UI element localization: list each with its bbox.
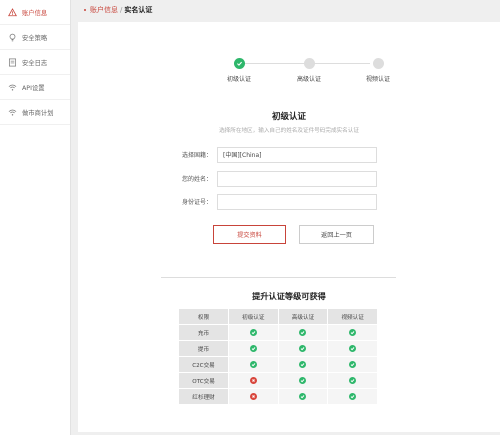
permissions-table: 权限 初级认证 高级认证 视频认证 充币 提币 C2C交易 OTC交易 红杉理财 (178, 308, 378, 405)
table-row: OTC交易 (179, 373, 377, 388)
column-header: 权限 (179, 309, 228, 324)
column-header: 视频认证 (328, 309, 377, 324)
document-icon (8, 58, 17, 67)
breadcrumb: 账户信息 / 实名认证 (78, 0, 500, 20)
id-number-label: 身份证号： (182, 199, 213, 206)
step-label: 视频认证 (365, 76, 390, 83)
sidebar-item-label: 安全策略 (22, 34, 48, 42)
check-icon (299, 393, 307, 400)
breadcrumb-parent[interactable]: 账户信息 (90, 5, 118, 15)
permission-cell (328, 325, 377, 340)
verification-steps: 初级认证 高级认证 视频认证 (214, 58, 454, 98)
step-label: 高级认证 (296, 76, 321, 83)
permission-cell (328, 341, 377, 356)
sidebar-item-label: 账户信息 (22, 9, 48, 17)
sidebar-item-account-info[interactable]: 账户信息 (0, 0, 70, 25)
step-label: 初级认证 (226, 76, 251, 83)
permission-cell (278, 357, 328, 372)
check-icon (299, 329, 307, 336)
check-icon (349, 361, 357, 368)
permission-cell (328, 373, 377, 388)
check-icon (249, 361, 257, 368)
breadcrumb-current: 实名认证 (124, 6, 153, 14)
id-number-input[interactable] (217, 193, 377, 210)
form-subtitle: 选择所在地区，输入自己的姓名及证件号码完成实名认证 (219, 128, 359, 134)
sidebar-item-security-policy[interactable]: 安全策略 (0, 25, 70, 50)
permission-cell (328, 357, 377, 372)
permission-cell (278, 373, 328, 388)
check-icon (299, 361, 307, 368)
step-video: 视频认证 (353, 58, 403, 83)
permission-cell (328, 389, 377, 404)
levels-title: 提升认证等级可获得 (252, 291, 326, 301)
permission-name: 提币 (179, 341, 228, 356)
name-input[interactable] (217, 170, 377, 187)
step-advanced: 高级认证 (284, 58, 334, 83)
check-icon (233, 58, 245, 69)
check-icon (349, 393, 357, 400)
section-divider (161, 277, 396, 278)
wifi-icon (8, 83, 17, 92)
sidebar-item-api-settings[interactable]: API设置 (0, 75, 70, 100)
permission-cell (229, 341, 278, 356)
id-number-row: 身份证号： (182, 193, 377, 210)
column-header: 高级认证 (278, 309, 328, 324)
cross-icon (249, 393, 257, 400)
nationality-select[interactable]: [中国][China] (217, 146, 377, 163)
sidebar-item-security-log[interactable]: 安全日志 (0, 50, 70, 75)
form-title: 初级认证 (271, 112, 306, 122)
wifi-icon (8, 108, 17, 117)
permission-cell (278, 389, 328, 404)
submit-button[interactable]: 提交资料 (213, 225, 286, 244)
table-row: 提币 (179, 341, 377, 356)
check-icon (349, 329, 357, 336)
permission-cell (229, 325, 278, 340)
bulb-icon (8, 33, 17, 42)
permission-name: OTC交易 (179, 373, 228, 388)
sidebar-item-label: API设置 (22, 84, 45, 92)
warning-icon (8, 7, 17, 17)
check-icon (299, 377, 307, 384)
sidebar-item-label: 安全日志 (22, 59, 48, 67)
cross-icon (249, 377, 257, 384)
step-circle (303, 58, 315, 69)
name-label: 您的姓名： (182, 176, 213, 183)
step-basic: 初级认证 (214, 58, 264, 83)
permission-cell (278, 325, 328, 340)
check-icon (349, 345, 357, 352)
check-icon (249, 329, 257, 336)
sidebar: 账户信息 安全策略 安全日志 API设置 做市商计划 (0, 0, 71, 435)
table-row: 红杉理财 (179, 389, 377, 404)
permission-name: C2C交易 (179, 357, 228, 372)
main-panel: 初级认证 高级认证 视频认证 初级认证 选择所在地区，输入自己的姓名及证件号码完… (78, 22, 500, 432)
table-row: 充币 (179, 325, 377, 340)
column-header: 初级认证 (229, 309, 278, 324)
permission-cell (229, 389, 278, 404)
permission-cell (229, 373, 278, 388)
breadcrumb-separator: / (120, 6, 123, 14)
sidebar-item-label: 做市商计划 (22, 109, 54, 117)
table-header-row: 权限 初级认证 高级认证 视频认证 (179, 309, 377, 324)
check-icon (249, 345, 257, 352)
permission-name: 红杉理财 (179, 389, 228, 404)
permission-cell (278, 341, 328, 356)
check-icon (299, 345, 307, 352)
nationality-label: 选择国籍： (182, 152, 213, 159)
sidebar-item-market-maker[interactable]: 做市商计划 (0, 100, 70, 125)
table-row: C2C交易 (179, 357, 377, 372)
check-icon (349, 377, 357, 384)
permission-cell (229, 357, 278, 372)
bullet-icon (84, 9, 86, 11)
permission-name: 充币 (179, 325, 228, 340)
back-button[interactable]: 返回上一页 (299, 225, 374, 244)
step-circle (372, 58, 384, 69)
name-row: 您的姓名： (182, 170, 377, 187)
nationality-row: 选择国籍： [中国][China] (182, 146, 377, 163)
